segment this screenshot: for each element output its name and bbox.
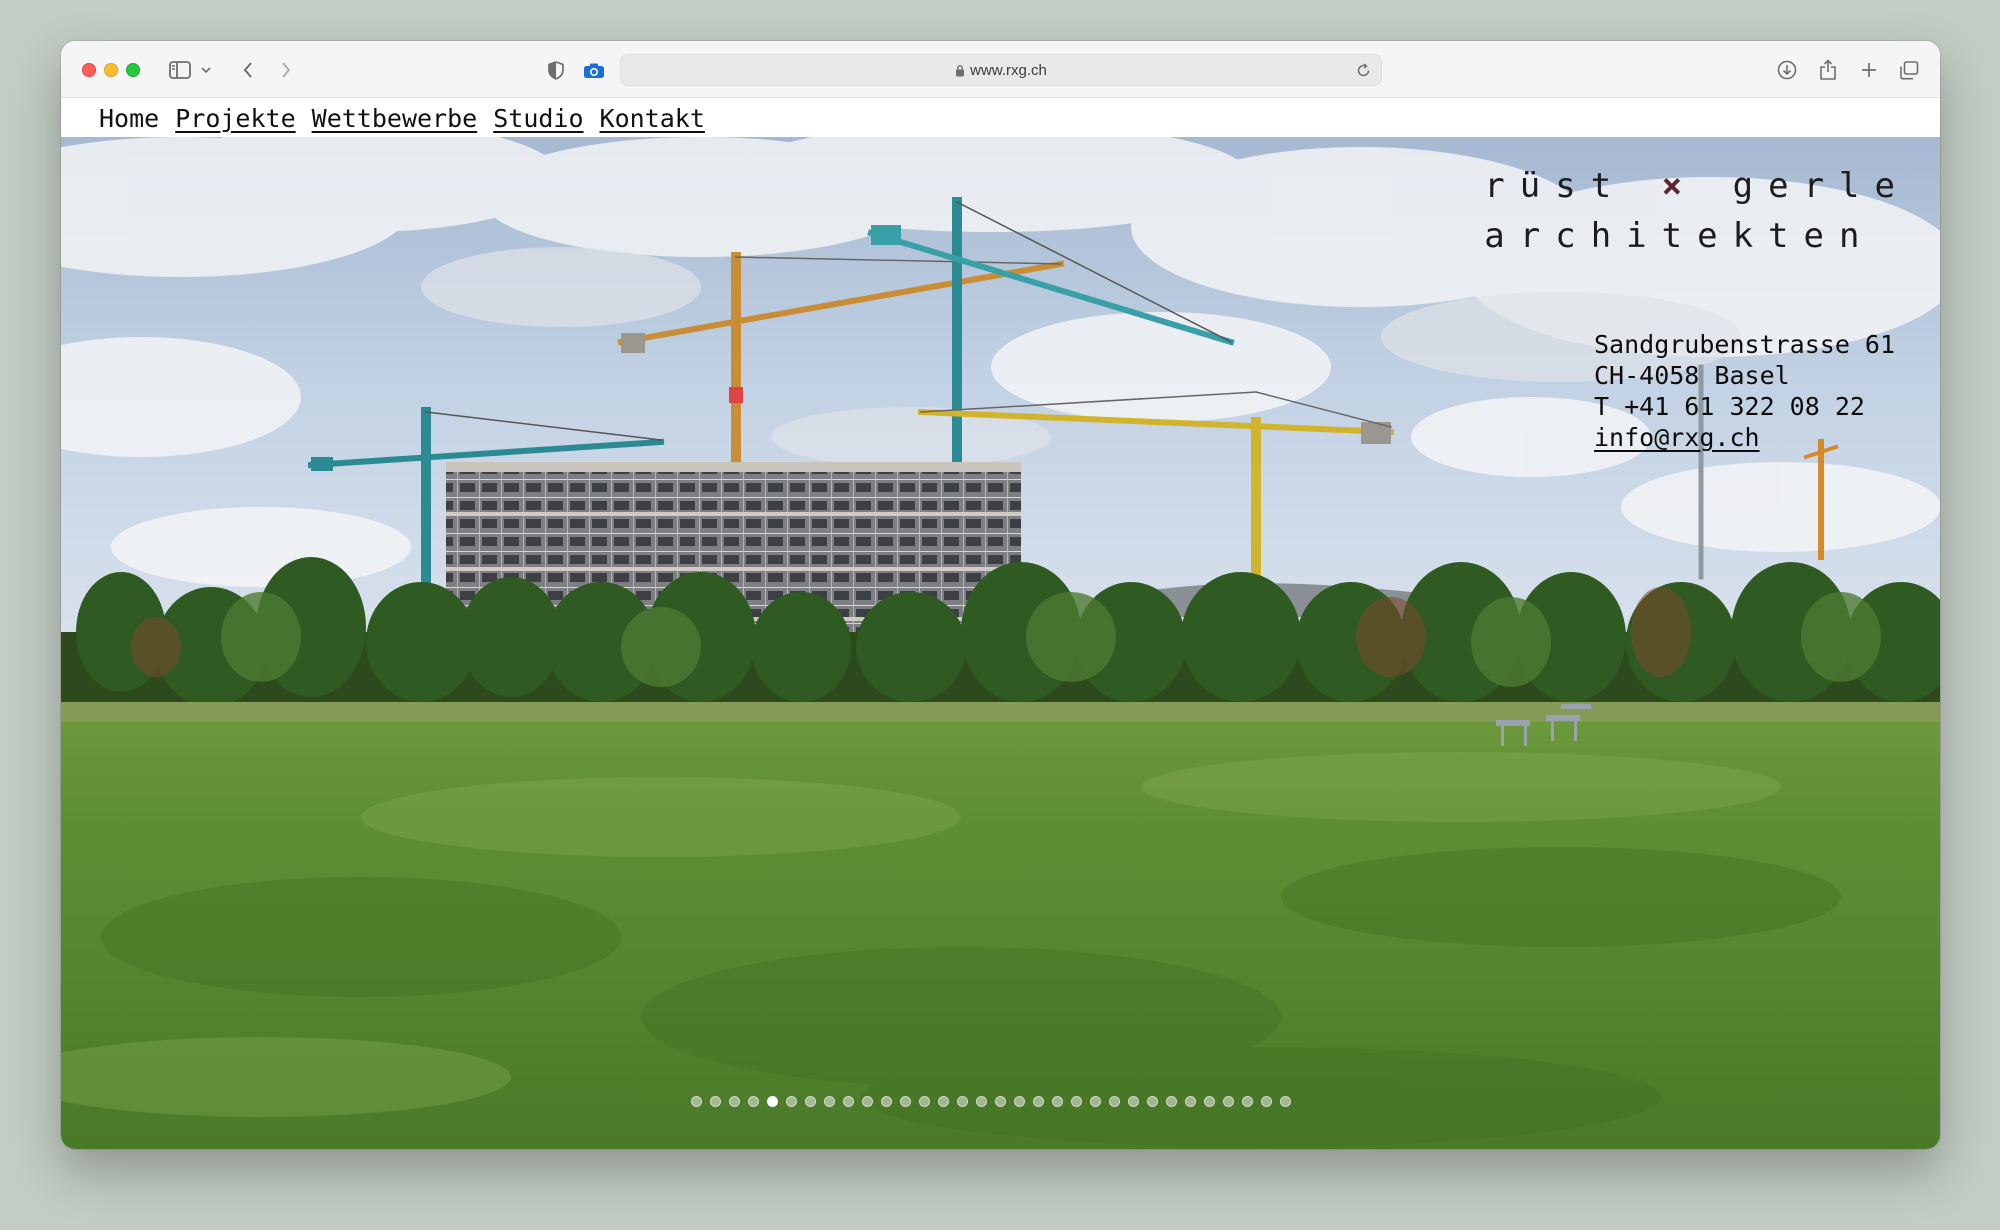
slideshow-dot[interactable] <box>1147 1096 1158 1107</box>
sidebar-icon <box>169 61 191 79</box>
slideshow-dot[interactable] <box>824 1096 835 1107</box>
slideshow-dot[interactable] <box>938 1096 949 1107</box>
nav-link-wettbewerbe[interactable]: Wettbewerbe <box>312 104 478 133</box>
slideshow-dot[interactable] <box>691 1096 702 1107</box>
forward-icon <box>282 62 291 78</box>
slideshow-dot[interactable] <box>767 1096 778 1107</box>
slideshow-dot[interactable] <box>843 1096 854 1107</box>
sidebar-toggle-button[interactable] <box>165 55 195 85</box>
slideshow-dot[interactable] <box>881 1096 892 1107</box>
downloads-button[interactable] <box>1772 55 1802 85</box>
sidebar-menu-button[interactable] <box>198 55 214 85</box>
brand-line-2: architekten <box>1484 216 1875 256</box>
share-button[interactable] <box>1813 55 1843 85</box>
site-nav: Home Projekte Wettbewerbe Studio Kontakt <box>61 99 1940 137</box>
back-button[interactable] <box>233 55 263 85</box>
slideshow-dot[interactable] <box>1071 1096 1082 1107</box>
slideshow-dot[interactable] <box>1128 1096 1139 1107</box>
reload-button[interactable] <box>1356 63 1371 82</box>
close-window-button[interactable] <box>82 63 96 77</box>
slideshow-dot[interactable] <box>786 1096 797 1107</box>
zoom-window-button[interactable] <box>126 63 140 77</box>
tabs-overview-icon <box>1900 60 1919 79</box>
camera-icon <box>584 63 604 78</box>
new-tab-button[interactable] <box>1854 55 1884 85</box>
slideshow-dot[interactable] <box>957 1096 968 1107</box>
nav-link-studio[interactable]: Studio <box>493 104 583 133</box>
brand-line-1: rüst × gerle <box>1484 161 1910 211</box>
slideshow-dot[interactable] <box>1033 1096 1044 1107</box>
slideshow-dot[interactable] <box>995 1096 1006 1107</box>
lock-icon <box>956 64 965 76</box>
slideshow-dot[interactable] <box>1166 1096 1177 1107</box>
reload-icon <box>1357 63 1370 77</box>
slideshow-dot[interactable] <box>1014 1096 1025 1107</box>
browser-window: www.rxg.ch Home Projekte Wettbewerbe Stu… <box>61 41 1940 1149</box>
nav-link-kontakt[interactable]: Kontakt <box>600 104 705 133</box>
slideshow-dot[interactable] <box>1223 1096 1234 1107</box>
web-page: Home Projekte Wettbewerbe Studio Kontakt <box>61 99 1940 1149</box>
slideshow-dot[interactable] <box>1109 1096 1120 1107</box>
address-phone: T +41 61 322 08 22 <box>1594 392 1865 421</box>
slideshow-dot[interactable] <box>729 1096 740 1107</box>
share-icon <box>1820 59 1836 80</box>
slideshow-dot[interactable] <box>919 1096 930 1107</box>
slideshow-dot[interactable] <box>1204 1096 1215 1107</box>
slideshow-dot[interactable] <box>805 1096 816 1107</box>
slideshow-dot[interactable] <box>1261 1096 1272 1107</box>
chevron-down-icon <box>201 67 211 74</box>
address-city: CH-4058 Basel <box>1594 361 1790 390</box>
nav-link-projekte[interactable]: Projekte <box>175 104 295 133</box>
privacy-report-button[interactable] <box>542 55 570 85</box>
hero-photo <box>61 137 1940 1149</box>
slideshow-dot[interactable] <box>748 1096 759 1107</box>
contact-address: Sandgrubenstrasse 61 CH-4058 Basel T +41… <box>1594 329 1895 453</box>
browser-toolbar: www.rxg.ch <box>61 41 1940 98</box>
minimize-window-button[interactable] <box>104 63 118 77</box>
download-icon <box>1777 60 1797 80</box>
shield-icon <box>548 60 564 80</box>
address-bar[interactable]: www.rxg.ch <box>620 54 1382 86</box>
forward-button[interactable] <box>271 55 301 85</box>
slideshow-dot[interactable] <box>976 1096 987 1107</box>
url-text: www.rxg.ch <box>970 61 1047 79</box>
slideshow-dot[interactable] <box>1242 1096 1253 1107</box>
brand-name-rust: rüst <box>1484 166 1627 206</box>
new-tab-icon <box>1862 63 1876 77</box>
slideshow-dot[interactable] <box>710 1096 721 1107</box>
hero-slideshow[interactable]: rüst × gerle architekten Sandgrubenstras… <box>61 137 1940 1149</box>
brand-logo: rüst × gerle architekten <box>1484 161 1910 261</box>
camera-extension-button[interactable] <box>579 55 609 85</box>
back-icon <box>243 62 252 78</box>
brand-x-mark: × <box>1661 166 1698 206</box>
slideshow-dot[interactable] <box>900 1096 911 1107</box>
address-street: Sandgrubenstrasse 61 <box>1594 330 1896 359</box>
slideshow-dot[interactable] <box>1185 1096 1196 1107</box>
slideshow-pagination <box>691 1096 1291 1107</box>
brand-name-gerle: gerle <box>1732 166 1910 206</box>
slideshow-dot[interactable] <box>1090 1096 1101 1107</box>
slideshow-dot[interactable] <box>862 1096 873 1107</box>
slideshow-dot[interactable] <box>1280 1096 1291 1107</box>
email-link[interactable]: info@rxg.ch <box>1594 423 1760 452</box>
tab-overview-button[interactable] <box>1894 55 1924 85</box>
slideshow-dot[interactable] <box>1052 1096 1063 1107</box>
nav-link-home[interactable]: Home <box>99 104 159 133</box>
